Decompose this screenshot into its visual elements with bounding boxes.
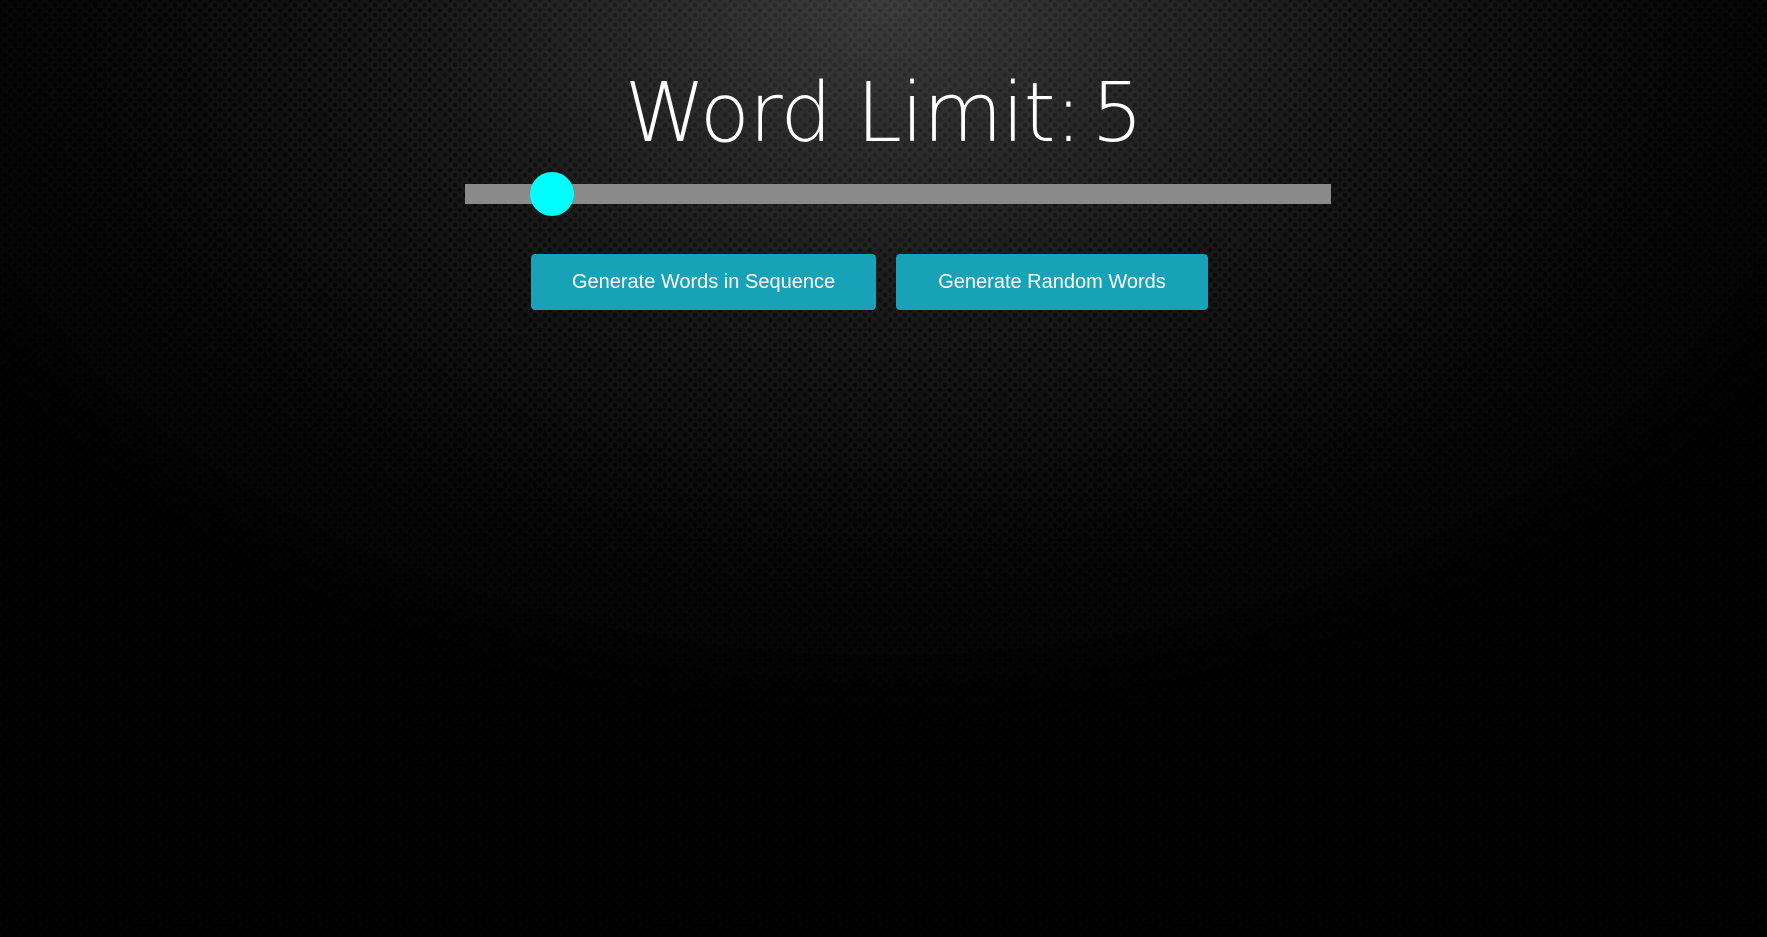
- word-limit-value: 5: [1091, 66, 1143, 161]
- slider-track[interactable]: [465, 184, 1331, 204]
- word-limit-label: Word Limit:: [624, 66, 1083, 161]
- generate-sequence-button[interactable]: Generate Words in Sequence: [531, 254, 876, 310]
- word-limit-slider[interactable]: [465, 172, 1331, 216]
- generate-random-button[interactable]: Generate Random Words: [896, 254, 1208, 310]
- word-limit-heading: Word Limit: 5: [0, 64, 1767, 164]
